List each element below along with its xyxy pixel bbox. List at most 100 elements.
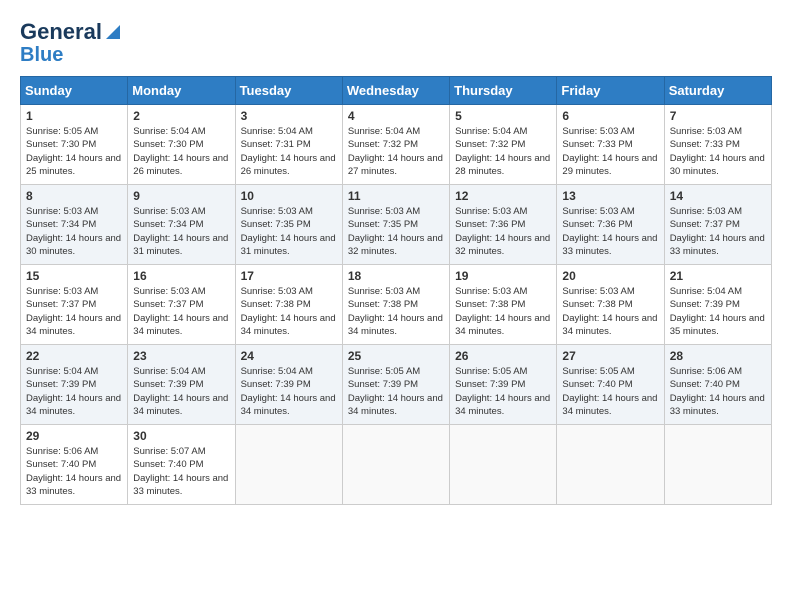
sunset-label: Sunset: 7:31 PM bbox=[241, 139, 311, 150]
sunrise-label: Sunrise: 5:03 AM bbox=[133, 206, 205, 217]
day-number: 17 bbox=[241, 269, 337, 283]
day-number: 26 bbox=[455, 349, 551, 363]
day-info: Sunrise: 5:03 AM Sunset: 7:33 PM Dayligh… bbox=[562, 125, 658, 178]
day-info: Sunrise: 5:03 AM Sunset: 7:35 PM Dayligh… bbox=[241, 205, 337, 258]
day-info: Sunrise: 5:04 AM Sunset: 7:32 PM Dayligh… bbox=[455, 125, 551, 178]
sunrise-label: Sunrise: 5:03 AM bbox=[670, 206, 742, 217]
daylight-label: Daylight: 14 hours and 33 minutes. bbox=[670, 233, 765, 257]
day-number: 12 bbox=[455, 189, 551, 203]
calendar-day-cell: 24 Sunrise: 5:04 AM Sunset: 7:39 PM Dayl… bbox=[235, 345, 342, 425]
day-number: 24 bbox=[241, 349, 337, 363]
day-info: Sunrise: 5:04 AM Sunset: 7:32 PM Dayligh… bbox=[348, 125, 444, 178]
day-number: 20 bbox=[562, 269, 658, 283]
daylight-label: Daylight: 14 hours and 32 minutes. bbox=[348, 233, 443, 257]
calendar-day-cell: 29 Sunrise: 5:06 AM Sunset: 7:40 PM Dayl… bbox=[21, 425, 128, 505]
day-info: Sunrise: 5:06 AM Sunset: 7:40 PM Dayligh… bbox=[26, 445, 122, 498]
calendar-day-cell: 19 Sunrise: 5:03 AM Sunset: 7:38 PM Dayl… bbox=[450, 265, 557, 345]
calendar-week-row: 22 Sunrise: 5:04 AM Sunset: 7:39 PM Dayl… bbox=[21, 345, 772, 425]
sunset-label: Sunset: 7:32 PM bbox=[455, 139, 525, 150]
page-header: General Blue bbox=[20, 20, 772, 66]
sunrise-label: Sunrise: 5:03 AM bbox=[670, 126, 742, 137]
day-number: 28 bbox=[670, 349, 766, 363]
sunrise-label: Sunrise: 5:04 AM bbox=[348, 126, 420, 137]
day-number: 13 bbox=[562, 189, 658, 203]
day-info: Sunrise: 5:03 AM Sunset: 7:33 PM Dayligh… bbox=[670, 125, 766, 178]
day-number: 1 bbox=[26, 109, 122, 123]
calendar-day-cell: 4 Sunrise: 5:04 AM Sunset: 7:32 PM Dayli… bbox=[342, 105, 449, 185]
day-info: Sunrise: 5:03 AM Sunset: 7:37 PM Dayligh… bbox=[670, 205, 766, 258]
day-of-week-header: Saturday bbox=[664, 77, 771, 105]
calendar-week-row: 8 Sunrise: 5:03 AM Sunset: 7:34 PM Dayli… bbox=[21, 185, 772, 265]
sunrise-label: Sunrise: 5:03 AM bbox=[562, 206, 634, 217]
day-number: 10 bbox=[241, 189, 337, 203]
sunrise-label: Sunrise: 5:05 AM bbox=[562, 366, 634, 377]
day-number: 3 bbox=[241, 109, 337, 123]
sunset-label: Sunset: 7:36 PM bbox=[562, 219, 632, 230]
sunrise-label: Sunrise: 5:04 AM bbox=[133, 126, 205, 137]
daylight-label: Daylight: 14 hours and 26 minutes. bbox=[241, 153, 336, 177]
day-of-week-header: Sunday bbox=[21, 77, 128, 105]
day-of-week-header: Wednesday bbox=[342, 77, 449, 105]
daylight-label: Daylight: 14 hours and 28 minutes. bbox=[455, 153, 550, 177]
sunset-label: Sunset: 7:35 PM bbox=[348, 219, 418, 230]
sunrise-label: Sunrise: 5:04 AM bbox=[241, 126, 313, 137]
day-number: 6 bbox=[562, 109, 658, 123]
sunrise-label: Sunrise: 5:03 AM bbox=[562, 286, 634, 297]
calendar-day-cell bbox=[342, 425, 449, 505]
sunset-label: Sunset: 7:35 PM bbox=[241, 219, 311, 230]
day-number: 25 bbox=[348, 349, 444, 363]
calendar-day-cell: 30 Sunrise: 5:07 AM Sunset: 7:40 PM Dayl… bbox=[128, 425, 235, 505]
sunset-label: Sunset: 7:39 PM bbox=[670, 299, 740, 310]
calendar-day-cell bbox=[235, 425, 342, 505]
sunset-label: Sunset: 7:33 PM bbox=[670, 139, 740, 150]
day-number: 9 bbox=[133, 189, 229, 203]
calendar-day-cell: 23 Sunrise: 5:04 AM Sunset: 7:39 PM Dayl… bbox=[128, 345, 235, 425]
daylight-label: Daylight: 14 hours and 32 minutes. bbox=[455, 233, 550, 257]
calendar-week-row: 15 Sunrise: 5:03 AM Sunset: 7:37 PM Dayl… bbox=[21, 265, 772, 345]
calendar-day-cell: 21 Sunrise: 5:04 AM Sunset: 7:39 PM Dayl… bbox=[664, 265, 771, 345]
calendar-day-cell: 6 Sunrise: 5:03 AM Sunset: 7:33 PM Dayli… bbox=[557, 105, 664, 185]
day-info: Sunrise: 5:03 AM Sunset: 7:37 PM Dayligh… bbox=[133, 285, 229, 338]
day-number: 7 bbox=[670, 109, 766, 123]
daylight-label: Daylight: 14 hours and 34 minutes. bbox=[26, 313, 121, 337]
sunrise-label: Sunrise: 5:04 AM bbox=[670, 286, 742, 297]
sunset-label: Sunset: 7:39 PM bbox=[26, 379, 96, 390]
calendar-day-cell bbox=[664, 425, 771, 505]
calendar-day-cell: 25 Sunrise: 5:05 AM Sunset: 7:39 PM Dayl… bbox=[342, 345, 449, 425]
calendar-day-cell: 15 Sunrise: 5:03 AM Sunset: 7:37 PM Dayl… bbox=[21, 265, 128, 345]
calendar-day-cell: 2 Sunrise: 5:04 AM Sunset: 7:30 PM Dayli… bbox=[128, 105, 235, 185]
sunset-label: Sunset: 7:40 PM bbox=[562, 379, 632, 390]
daylight-label: Daylight: 14 hours and 33 minutes. bbox=[670, 393, 765, 417]
calendar-day-cell: 13 Sunrise: 5:03 AM Sunset: 7:36 PM Dayl… bbox=[557, 185, 664, 265]
sunrise-label: Sunrise: 5:03 AM bbox=[455, 286, 527, 297]
logo: General Blue bbox=[20, 20, 122, 66]
calendar-day-cell: 22 Sunrise: 5:04 AM Sunset: 7:39 PM Dayl… bbox=[21, 345, 128, 425]
day-info: Sunrise: 5:03 AM Sunset: 7:36 PM Dayligh… bbox=[455, 205, 551, 258]
day-of-week-header: Friday bbox=[557, 77, 664, 105]
sunrise-label: Sunrise: 5:04 AM bbox=[241, 366, 313, 377]
day-number: 11 bbox=[348, 189, 444, 203]
sunset-label: Sunset: 7:39 PM bbox=[348, 379, 418, 390]
daylight-label: Daylight: 14 hours and 34 minutes. bbox=[133, 313, 228, 337]
sunset-label: Sunset: 7:38 PM bbox=[562, 299, 632, 310]
day-info: Sunrise: 5:06 AM Sunset: 7:40 PM Dayligh… bbox=[670, 365, 766, 418]
daylight-label: Daylight: 14 hours and 31 minutes. bbox=[133, 233, 228, 257]
day-info: Sunrise: 5:04 AM Sunset: 7:39 PM Dayligh… bbox=[26, 365, 122, 418]
daylight-label: Daylight: 14 hours and 27 minutes. bbox=[348, 153, 443, 177]
sunset-label: Sunset: 7:37 PM bbox=[670, 219, 740, 230]
calendar-week-row: 1 Sunrise: 5:05 AM Sunset: 7:30 PM Dayli… bbox=[21, 105, 772, 185]
daylight-label: Daylight: 14 hours and 30 minutes. bbox=[670, 153, 765, 177]
sunrise-label: Sunrise: 5:04 AM bbox=[26, 366, 98, 377]
sunrise-label: Sunrise: 5:03 AM bbox=[133, 286, 205, 297]
sunrise-label: Sunrise: 5:05 AM bbox=[455, 366, 527, 377]
day-number: 14 bbox=[670, 189, 766, 203]
sunset-label: Sunset: 7:37 PM bbox=[26, 299, 96, 310]
calendar-day-cell: 27 Sunrise: 5:05 AM Sunset: 7:40 PM Dayl… bbox=[557, 345, 664, 425]
daylight-label: Daylight: 14 hours and 34 minutes. bbox=[241, 393, 336, 417]
sunset-label: Sunset: 7:32 PM bbox=[348, 139, 418, 150]
sunrise-label: Sunrise: 5:07 AM bbox=[133, 446, 205, 457]
logo-blue: Blue bbox=[20, 44, 63, 66]
daylight-label: Daylight: 14 hours and 25 minutes. bbox=[26, 153, 121, 177]
day-number: 8 bbox=[26, 189, 122, 203]
day-info: Sunrise: 5:07 AM Sunset: 7:40 PM Dayligh… bbox=[133, 445, 229, 498]
